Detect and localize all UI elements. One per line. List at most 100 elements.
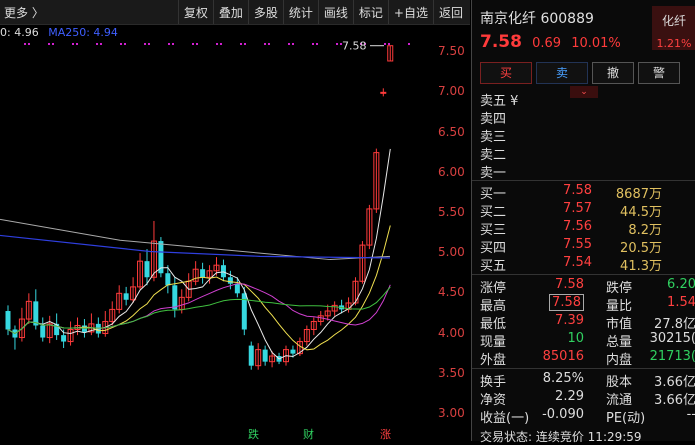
chart-toolbar: 更多 〉 复权 叠加 多股 统计 画线 标记 +自选 返回 — [0, 0, 470, 25]
top-marker-dot — [388, 43, 390, 45]
stat-label: 股本 — [606, 375, 633, 390]
candle-body — [123, 293, 129, 300]
last-price: 7.58 — [480, 32, 522, 52]
buy-book-row[interactable]: 买三 7.56 8.2万 — [480, 219, 690, 238]
stat-value: -0.090 — [542, 407, 584, 422]
stat-label: 最高 — [480, 299, 507, 314]
stat-value: 6.20 — [667, 277, 695, 292]
top-marker-dot — [408, 43, 410, 45]
top-marker-dot — [264, 43, 266, 45]
buy-book-row[interactable]: 买四 7.55 20.5万 — [480, 237, 690, 256]
candle-body — [40, 325, 46, 338]
price-tick-label: 6.50 — [438, 124, 465, 139]
stat-value: 2.29 — [555, 389, 584, 404]
stat-value: 3.66亿 — [654, 375, 695, 390]
high-price-boxed: 7.58 — [549, 294, 584, 311]
event-marker: 财 — [303, 427, 314, 441]
stock-price-row: 7.58 0.69 10.01% — [480, 32, 621, 52]
buy-book-row[interactable]: 买一 7.58 8687万 — [480, 183, 690, 202]
buy-level-volume: 8687万 — [615, 187, 662, 202]
sell-book-row: 卖五 ¥ — [480, 90, 690, 109]
sector-pct: 1.21% — [656, 37, 692, 50]
top-marker-dot — [24, 43, 26, 45]
sell-level-label: 卖五 ¥ — [480, 94, 519, 109]
sell-level-label: 卖三 — [480, 130, 507, 145]
ma250-legend: MA250: 4.94 — [48, 26, 118, 39]
buy-level-label: 买一 — [480, 187, 507, 202]
price-tick-label: 4.00 — [438, 325, 465, 340]
sector-name: 化纤 — [661, 14, 686, 28]
candle-body — [227, 277, 233, 284]
buy-level-price: 7.56 — [563, 219, 592, 234]
top-marker-dot — [144, 43, 146, 45]
sell-book-row: 卖二 — [480, 144, 690, 163]
candle-body — [241, 293, 247, 330]
stat-label: 现量 — [480, 335, 507, 350]
stat-label: 外盘 — [480, 353, 507, 368]
buy-level-label: 买五 — [480, 259, 507, 274]
sell-level-label: 卖一 — [480, 166, 507, 181]
stat-value: -- — [686, 407, 695, 422]
stat-label: 收益(一) — [480, 411, 530, 426]
sell-button[interactable]: 卖 — [536, 62, 588, 84]
sector-badge[interactable]: 化纤 1.21% — [652, 6, 695, 50]
kline-chart[interactable]: 7.58 跌 财 涨 更多 〉 复权 叠加 多股 统计 画线 标记 +自选 返回 0:… — [0, 0, 470, 441]
top-marker-dot — [220, 43, 222, 45]
cancel-order-button[interactable]: 撤 — [592, 62, 634, 84]
buy-level-volume: 44.5万 — [620, 205, 662, 220]
top-marker-dot — [384, 43, 386, 45]
price-tick-label: 5.50 — [438, 204, 465, 219]
candle-body — [81, 325, 87, 332]
candle-body — [248, 345, 254, 366]
tab-add-watchlist[interactable]: +自选 — [387, 0, 433, 24]
stat-value: 8.25% — [542, 371, 584, 386]
tab-mark[interactable]: 标记 — [352, 0, 388, 24]
top-marker-dot — [316, 43, 318, 45]
stat-row: 外盘 85016 内盘 21713( — [480, 349, 695, 368]
tab-fuquan[interactable]: 复权 — [177, 0, 213, 24]
candle-body — [33, 301, 39, 326]
stat-label: 涨停 — [480, 281, 507, 296]
tab-overlay[interactable]: 叠加 — [212, 0, 248, 24]
buy-button[interactable]: 买 — [480, 62, 532, 84]
top-marker-dot — [120, 43, 122, 45]
stat-value: 27.8亿 — [654, 317, 695, 332]
stat-label: 换手 — [480, 375, 507, 390]
ma30-line — [7, 286, 391, 335]
price-tick-label: 7.50 — [438, 44, 465, 59]
stat-label: 市值 — [606, 317, 633, 332]
sell-book-row: 卖三 — [480, 126, 690, 145]
tab-draw-line[interactable]: 画线 — [317, 0, 353, 24]
stat-value: 21713( — [649, 349, 695, 364]
more-menu[interactable]: 更多 〉 — [4, 4, 44, 21]
candle-body — [144, 261, 150, 278]
buy-book-row[interactable]: 买二 7.57 44.5万 — [480, 201, 690, 220]
stat-label: 流通 — [606, 393, 633, 408]
alert-button[interactable]: 警 — [638, 62, 680, 84]
top-marker-dot — [76, 43, 78, 45]
divider — [472, 274, 695, 275]
tab-back[interactable]: 返回 — [432, 0, 468, 24]
top-marker-dot — [244, 43, 246, 45]
stat-row: 现量 10 总量 30215( — [480, 331, 695, 350]
buy-level-price: 7.58 — [563, 183, 592, 198]
ma20-line — [7, 283, 391, 335]
stat-value: 7.39 — [555, 313, 584, 328]
candle-body — [234, 283, 240, 294]
stat-value: 7.58 — [530, 294, 584, 311]
kline-canvas[interactable]: 7.58 跌 财 涨 — [0, 0, 470, 441]
buy-level-price: 7.55 — [563, 237, 592, 252]
price-tick-label: 4.50 — [438, 285, 465, 300]
sell-book-row: 卖四 — [480, 108, 690, 127]
stat-label: 总量 — [606, 335, 633, 350]
price-change-pct: 10.01% — [571, 36, 621, 51]
top-marker-dot — [268, 43, 270, 45]
tab-multi-stock[interactable]: 多股 — [247, 0, 283, 24]
top-marker-dot — [96, 43, 98, 45]
tab-statistics[interactable]: 统计 — [282, 0, 318, 24]
stat-label: 量比 — [606, 299, 633, 314]
quote-panel: 南京化纤 600889 7.58 0.69 10.01% 化纤 1.21% 买 … — [471, 0, 695, 444]
buy-level-label: 买三 — [480, 223, 507, 238]
candle-body — [5, 311, 11, 330]
buy-book-row[interactable]: 买五 7.54 41.3万 — [480, 255, 690, 274]
